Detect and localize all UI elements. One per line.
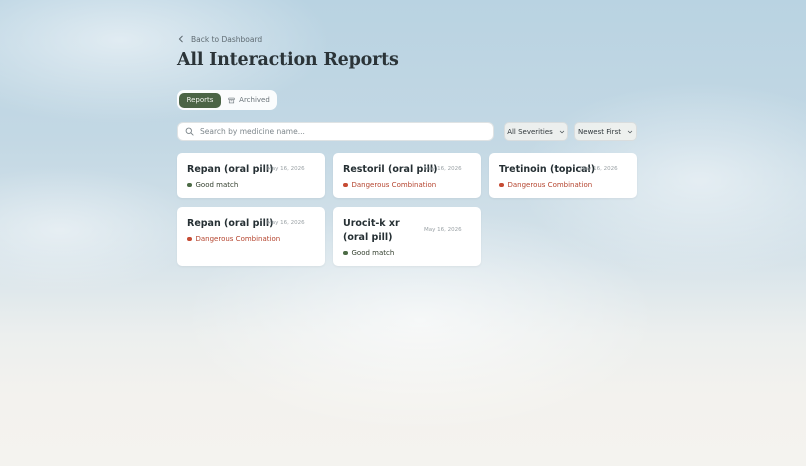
status-badge: Good match [343, 249, 394, 257]
status-badge: Dangerous Combination [343, 181, 436, 189]
status-label: Good match [351, 249, 395, 257]
tab-reports[interactable]: Reports [179, 92, 221, 108]
report-medicine-name: Repan (oral pill) [187, 218, 274, 229]
search-icon [185, 127, 194, 136]
chevron-left-icon [178, 35, 183, 43]
status-label: Dangerous Combination [507, 181, 593, 189]
tab-archived-label: Archived [239, 96, 270, 104]
status-badge: Good match [187, 181, 238, 189]
report-medicine-name: Urocit-k xr (oral pill) [343, 218, 400, 243]
report-card[interactable]: Restoril (oral pill) May 16, 2026 Danger… [333, 153, 481, 198]
archive-icon [228, 97, 235, 103]
status-dot [343, 182, 348, 188]
status-dot [187, 236, 192, 242]
status-badge: Dangerous Combination [499, 181, 592, 189]
report-medicine-name: Repan (oral pill) [187, 164, 274, 175]
status-label: Dangerous Combination [351, 181, 437, 189]
report-card[interactable]: Repan (oral pill) May 16, 2026 Good matc… [177, 153, 325, 198]
status-dot [187, 182, 192, 188]
status-label: Dangerous Combination [195, 235, 281, 243]
back-link-label: Back to Dashboard [191, 34, 263, 44]
search-bar [177, 122, 494, 141]
sort-order-value: Newest First [578, 127, 621, 136]
severity-filter-value: All Severities [507, 127, 553, 136]
search-input[interactable] [200, 127, 493, 136]
report-date: May 16, 2026 [267, 166, 305, 172]
report-date: May 16, 2026 [267, 220, 305, 226]
chevron-down-icon [627, 130, 633, 133]
report-date: May 16, 2026 [424, 227, 462, 233]
back-to-dashboard-link[interactable]: Back to Dashboard [177, 32, 262, 46]
report-card[interactable]: Repan (oral pill) May 16, 2026 Dangerous… [177, 207, 325, 266]
status-label: Good match [195, 181, 239, 189]
severity-filter-select[interactable]: All Severities [504, 122, 568, 141]
report-card[interactable]: Urocit-k xr (oral pill) May 16, 2026 Goo… [333, 207, 481, 266]
status-dot [499, 182, 504, 188]
report-date: May 16, 2026 [424, 166, 462, 172]
report-date: May 16, 2026 [580, 166, 618, 172]
tab-reports-label: Reports [186, 96, 214, 104]
tab-archived[interactable]: Archived [224, 93, 274, 108]
page-title: All Interaction Reports [177, 50, 399, 70]
status-dot [343, 250, 348, 256]
chevron-down-icon [559, 130, 564, 133]
sort-order-select[interactable]: Newest First [574, 122, 637, 141]
report-card[interactable]: Tretinoin (topical) May 16, 2026 Dangero… [489, 153, 637, 198]
view-tabs: Reports Archived [177, 90, 277, 110]
status-badge: Dangerous Combination [187, 235, 280, 243]
